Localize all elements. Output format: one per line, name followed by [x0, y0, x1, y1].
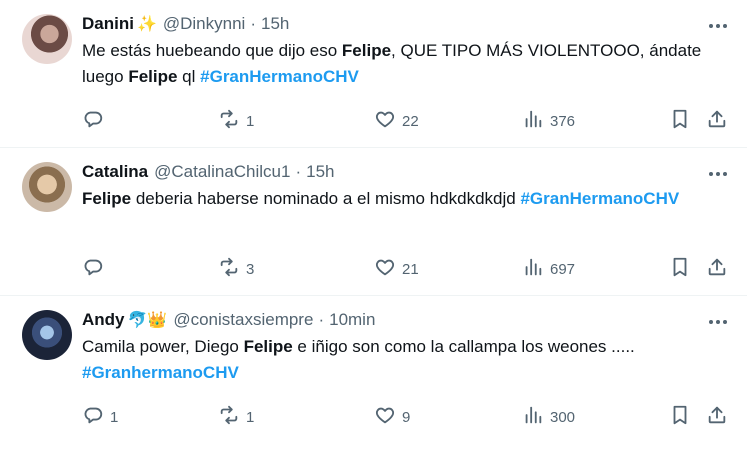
text-segment: ql	[177, 67, 201, 86]
tweet-text: Felipe deberia haberse nominado a el mis…	[82, 186, 727, 212]
retweet-button[interactable]: 3	[218, 256, 254, 282]
text-segment: deberia haberse nominado a el mismo hdkd…	[131, 189, 521, 208]
display-name[interactable]: Danini	[82, 14, 134, 34]
like-count: 21	[402, 260, 419, 278]
like-button[interactable]: 22	[374, 108, 419, 134]
views-icon	[522, 108, 544, 134]
share-icon	[706, 108, 728, 134]
avatar[interactable]	[22, 162, 72, 212]
retweet-icon	[218, 108, 240, 134]
username[interactable]: @Dinkynni	[163, 14, 245, 34]
tweet[interactable]: Andy 🐬👑 @conistaxsiempre · 10min Camila power…	[0, 296, 747, 444]
heart-icon	[374, 256, 396, 282]
action-bar: 1 1 9 300	[82, 404, 727, 428]
action-bar: 1 22 376	[82, 108, 727, 132]
views-button[interactable]: 300	[522, 404, 575, 430]
bookmark-icon	[669, 256, 691, 282]
tweet-text: Me estás huebeando que dijo eso Felipe, …	[82, 38, 727, 90]
share-button[interactable]	[706, 404, 728, 430]
text-segment: Me estás huebeando que dijo eso	[82, 41, 342, 60]
bookmark-icon	[669, 108, 691, 134]
tweet-header: Catalina @CatalinaChilcu1 · 15h	[82, 162, 335, 182]
timestamp[interactable]: 15h	[261, 14, 289, 34]
reply-icon	[82, 256, 104, 282]
reply-icon	[82, 404, 104, 430]
name-emoji: ✨	[136, 16, 157, 33]
heart-icon	[374, 404, 396, 430]
hashtag-link[interactable]: #GranHermanoCHV	[200, 67, 359, 86]
reply-icon	[82, 108, 104, 134]
reply-count: 1	[110, 408, 119, 426]
tweet-text: Camila power, Diego Felipe e iñigo son c…	[82, 334, 727, 386]
like-count: 22	[402, 112, 419, 130]
like-button[interactable]: 9	[374, 404, 410, 430]
retweet-count: 3	[246, 260, 255, 278]
heart-icon	[374, 108, 396, 134]
timestamp[interactable]: 10min	[329, 310, 375, 330]
share-button[interactable]	[706, 108, 728, 134]
views-count: 300	[550, 408, 576, 426]
timestamp[interactable]: 15h	[306, 162, 334, 182]
share-icon	[706, 256, 728, 282]
tweet-feed: Danini ✨ @Dinkynni · 15h Me estás huebeando q…	[0, 0, 747, 444]
text-segment: e iñigo son como la callampa los weones …	[292, 337, 635, 356]
retweet-count: 1	[246, 408, 255, 426]
highlighted-term: Felipe	[82, 189, 132, 208]
tweet[interactable]: Catalina @CatalinaChilcu1 · 15h Felipe deber…	[0, 148, 747, 296]
views-count: 697	[550, 260, 576, 278]
highlighted-term: Felipe	[243, 337, 293, 356]
username[interactable]: @conistaxsiempre	[173, 310, 313, 330]
share-icon	[706, 404, 728, 430]
more-dots-icon[interactable]	[709, 172, 727, 176]
more-dots-icon[interactable]	[709, 320, 727, 324]
retweet-icon	[218, 404, 240, 430]
views-button[interactable]: 376	[522, 108, 575, 134]
bookmark-button[interactable]	[669, 108, 691, 134]
tweet[interactable]: Danini ✨ @Dinkynni · 15h Me estás huebeando q…	[0, 0, 747, 148]
username[interactable]: @CatalinaChilcu1	[154, 162, 290, 182]
text-segment: Camila power, Diego	[82, 337, 244, 356]
views-icon	[522, 256, 544, 282]
retweet-button[interactable]: 1	[218, 404, 254, 430]
display-name[interactable]: Andy	[82, 310, 125, 330]
views-count: 376	[550, 112, 576, 130]
hashtag-link[interactable]: #GranhermanoCHV	[82, 363, 239, 382]
views-button[interactable]: 697	[522, 256, 575, 282]
hashtag-link[interactable]: #GranHermanoCHV	[520, 189, 679, 208]
retweet-count: 1	[246, 112, 255, 130]
bookmark-button[interactable]	[669, 404, 691, 430]
more-dots-icon[interactable]	[709, 24, 727, 28]
tweet-header: Danini ✨ @Dinkynni · 15h	[82, 14, 289, 34]
share-button[interactable]	[706, 256, 728, 282]
separator-dot: ·	[250, 14, 256, 33]
tweet-header: Andy 🐬👑 @conistaxsiempre · 10min	[82, 310, 375, 330]
bookmark-button[interactable]	[669, 256, 691, 282]
retweet-icon	[218, 256, 240, 282]
reply-button[interactable]	[82, 256, 110, 282]
separator-dot: ·	[295, 162, 302, 181]
like-count: 9	[402, 408, 411, 426]
reply-button[interactable]: 1	[82, 404, 118, 430]
highlighted-term: Felipe	[341, 41, 392, 60]
highlighted-term: Felipe	[128, 67, 178, 86]
display-name[interactable]: Catalina	[82, 162, 148, 182]
views-icon	[522, 404, 544, 430]
avatar[interactable]	[22, 310, 72, 360]
name-emoji: 🐬👑	[127, 312, 168, 329]
avatar[interactable]	[22, 14, 72, 64]
retweet-button[interactable]: 1	[218, 108, 254, 134]
like-button[interactable]: 21	[374, 256, 419, 282]
action-bar: 3 21 697	[82, 256, 727, 280]
bookmark-icon	[669, 404, 691, 430]
reply-button[interactable]	[82, 108, 110, 134]
separator-dot: ·	[318, 310, 325, 329]
